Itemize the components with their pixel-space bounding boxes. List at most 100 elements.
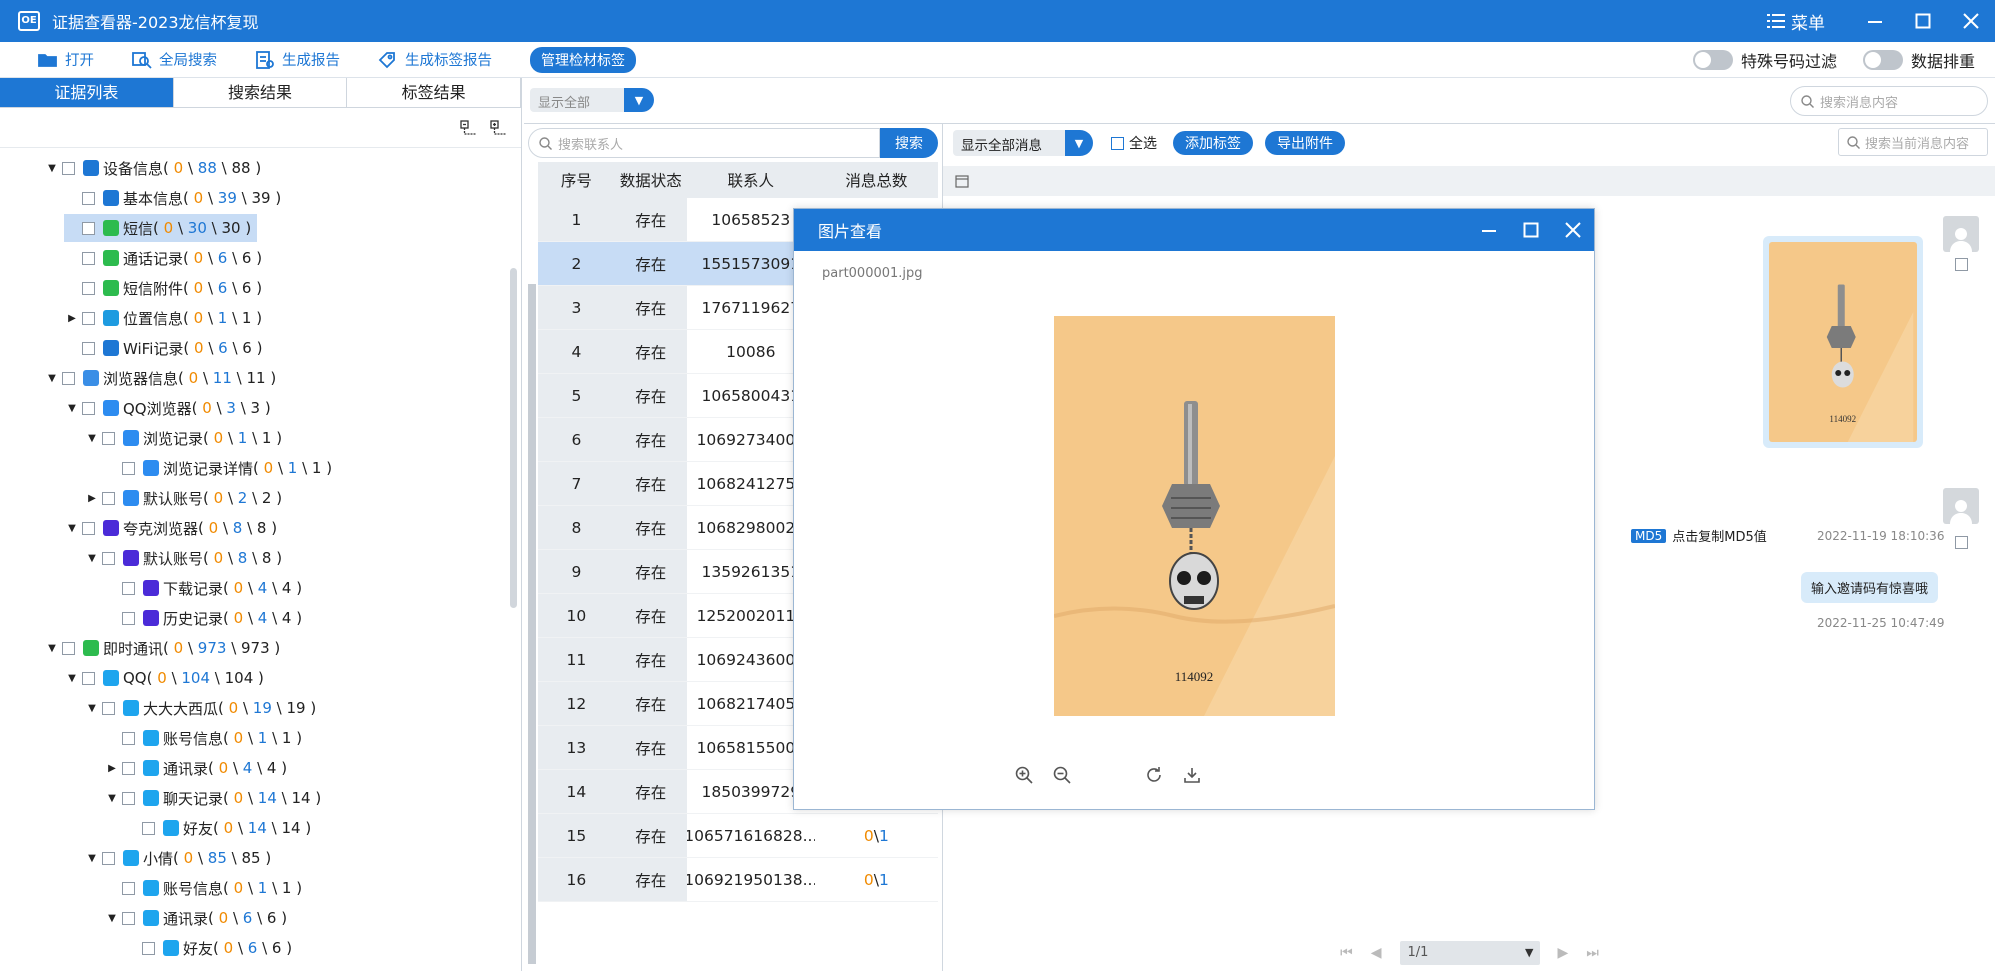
- open-button[interactable]: 打开: [38, 49, 94, 70]
- tree-checkbox[interactable]: [82, 311, 95, 325]
- tree-item[interactable]: ▼ QQ浏览器 ( 0 \ 3 \ 3 ): [0, 394, 510, 422]
- last-page-icon[interactable]: ⏭: [1586, 945, 1599, 961]
- tree-item[interactable]: ▼ 小倩 ( 0 \ 85 \ 85 ): [0, 844, 510, 872]
- tree-item[interactable]: ▼ 浏览记录 ( 0 \ 1 \ 1 ): [0, 424, 510, 452]
- md5-copy[interactable]: MD5 点击复制MD5值: [1631, 526, 1767, 545]
- collapse-arrow-icon[interactable]: ▼: [64, 400, 80, 416]
- tree-checkbox[interactable]: [122, 791, 135, 805]
- tree-checkbox[interactable]: [102, 431, 115, 445]
- data-dedup-toggle[interactable]: [1862, 50, 1903, 70]
- expand-arrow-icon[interactable]: ▶: [64, 310, 80, 326]
- tree-checkbox[interactable]: [122, 911, 135, 925]
- tree-item[interactable]: ▼ 通讯录 ( 0 \ 6 \ 6 ): [0, 904, 510, 932]
- tree-item[interactable]: 通话记录 ( 0 \ 6 \ 6 ): [0, 244, 510, 272]
- generate-report-button[interactable]: 生成报告: [255, 49, 340, 70]
- collapse-arrow-icon[interactable]: ▼: [44, 640, 60, 656]
- tree-checkbox[interactable]: [102, 551, 115, 565]
- dialog-close-button[interactable]: [1552, 209, 1594, 251]
- tree-checkbox[interactable]: [122, 761, 135, 775]
- tree-checkbox[interactable]: [82, 671, 95, 685]
- tree-checkbox[interactable]: [82, 401, 95, 415]
- tab-evidence-list[interactable]: 证据列表: [0, 78, 174, 107]
- global-search-button[interactable]: 全局搜索: [132, 49, 217, 70]
- tree-item[interactable]: 好友 ( 0 \ 6 \ 6 ): [0, 934, 510, 960]
- tree-item[interactable]: ▼ 设备信息 ( 0 \ 88 \ 88 ): [0, 154, 510, 182]
- generate-tag-report-button[interactable]: 生成标签报告: [378, 49, 492, 70]
- download-icon[interactable]: [1178, 761, 1206, 789]
- collapse-arrow-icon[interactable]: ▼: [64, 670, 80, 686]
- maximize-button[interactable]: [1899, 0, 1947, 42]
- image-message[interactable]: 114092: [1763, 236, 1923, 448]
- tree-item[interactable]: ▶ 位置信息 ( 0 \ 1 \ 1 ): [0, 304, 510, 332]
- tree-item[interactable]: 好友 ( 0 \ 14 \ 14 ): [0, 814, 510, 842]
- tree-checkbox[interactable]: [122, 611, 135, 625]
- special-number-filter-toggle[interactable]: [1692, 50, 1733, 70]
- collapse-arrow-icon[interactable]: ▼: [44, 370, 60, 386]
- prev-page-icon[interactable]: ◀: [1371, 945, 1382, 961]
- header-contact[interactable]: 联系人: [687, 162, 815, 198]
- collapse-arrow-icon[interactable]: ▼: [84, 700, 100, 716]
- tree-checkbox[interactable]: [82, 221, 95, 235]
- header-status[interactable]: 数据状态: [615, 162, 687, 198]
- tree-scrollbar[interactable]: [510, 268, 517, 608]
- tree-checkbox[interactable]: [142, 821, 155, 835]
- select-all-checkbox[interactable]: 全选: [1111, 133, 1157, 153]
- tree-checkbox[interactable]: [82, 191, 95, 205]
- tree-item[interactable]: ▼ 夸克浏览器 ( 0 \ 8 \ 8 ): [0, 514, 510, 542]
- tree-checkbox[interactable]: [122, 731, 135, 745]
- collapse-arrow-icon[interactable]: ▼: [104, 910, 120, 926]
- tree-item[interactable]: ▶ 默认账号 ( 0 \ 2 \ 2 ): [0, 484, 510, 512]
- tree-checkbox[interactable]: [82, 521, 95, 535]
- collapse-arrow-icon[interactable]: ▼: [84, 550, 100, 566]
- next-page-icon[interactable]: ▶: [1558, 945, 1569, 961]
- tree-item[interactable]: 短信附件 ( 0 \ 6 \ 6 ): [0, 274, 510, 302]
- tree-checkbox[interactable]: [82, 341, 95, 355]
- tree-checkbox[interactable]: [142, 941, 155, 955]
- contact-search-input[interactable]: 搜索联系人: [528, 128, 880, 158]
- tree-checkbox[interactable]: [62, 161, 75, 175]
- tree-checkbox[interactable]: [102, 851, 115, 865]
- tree-checkbox[interactable]: [102, 491, 115, 505]
- tree-item[interactable]: 基本信息 ( 0 \ 39 \ 39 ): [0, 184, 510, 212]
- tree-item[interactable]: ▼ 大大大西瓜 ( 0 \ 19 \ 19 ): [0, 694, 510, 722]
- tree-item[interactable]: ▼ 默认账号 ( 0 \ 8 \ 8 ): [0, 544, 510, 572]
- collapse-all-icon[interactable]: [460, 120, 478, 138]
- tree-item[interactable]: WiFi记录 ( 0 \ 6 \ 6 ): [0, 334, 510, 362]
- expand-arrow-icon[interactable]: ▶: [84, 490, 100, 506]
- tree-item[interactable]: ▶ 通讯录 ( 0 \ 4 \ 4 ): [0, 754, 510, 782]
- contacts-scrollbar[interactable]: [528, 284, 536, 964]
- collapse-arrow-icon[interactable]: ▼: [84, 430, 100, 446]
- contact-search-button[interactable]: 搜索: [880, 128, 938, 158]
- tree-item[interactable]: ▼ 即时通讯 ( 0 \ 973 \ 973 ): [0, 634, 510, 662]
- tree-checkbox[interactable]: [82, 281, 95, 295]
- close-button[interactable]: [1947, 0, 1995, 42]
- export-attachment-button[interactable]: 导出附件: [1265, 131, 1345, 155]
- rotate-icon[interactable]: [1140, 761, 1168, 789]
- header-no[interactable]: 序号: [538, 162, 615, 198]
- table-row[interactable]: 15 存在 106571616828... 0 \ 1: [538, 814, 938, 858]
- tree-checkbox[interactable]: [122, 881, 135, 895]
- tree-checkbox[interactable]: [82, 251, 95, 265]
- tree-checkbox[interactable]: [102, 701, 115, 715]
- dialog-minimize-button[interactable]: [1468, 209, 1510, 251]
- tree-item[interactable]: ▼ QQ ( 0 \ 104 \ 104 ): [0, 664, 510, 692]
- tree-item[interactable]: 浏览记录详情 ( 0 \ 1 \ 1 ): [0, 454, 510, 482]
- collapse-arrow-icon[interactable]: ▼: [44, 160, 60, 176]
- text-message-bubble[interactable]: 输入邀请码有惊喜哦: [1801, 572, 1939, 603]
- show-all-dropdown[interactable]: 显示全部 ▼: [530, 88, 654, 112]
- menu-button[interactable]: 菜单: [1767, 9, 1825, 34]
- minimize-button[interactable]: [1851, 0, 1899, 42]
- add-tag-button[interactable]: 添加标签: [1173, 131, 1253, 155]
- dialog-maximize-button[interactable]: [1510, 209, 1552, 251]
- tree-item[interactable]: 历史记录 ( 0 \ 4 \ 4 ): [0, 604, 510, 632]
- table-row[interactable]: 16 存在 106921950138... 0 \ 1: [538, 858, 938, 902]
- first-page-icon[interactable]: ⏮: [1340, 945, 1353, 961]
- tree-checkbox[interactable]: [62, 371, 75, 385]
- expand-arrow-icon[interactable]: ▶: [104, 760, 120, 776]
- tree-item[interactable]: ▼ 聊天记录 ( 0 \ 14 \ 14 ): [0, 784, 510, 812]
- page-select[interactable]: 1/1 ▼: [1399, 940, 1540, 965]
- tree-item[interactable]: 账号信息 ( 0 \ 1 \ 1 ): [0, 874, 510, 902]
- manage-tags-button[interactable]: 管理检材标签: [530, 46, 636, 73]
- tree-checkbox[interactable]: [122, 581, 135, 595]
- expand-all-icon[interactable]: [490, 120, 508, 138]
